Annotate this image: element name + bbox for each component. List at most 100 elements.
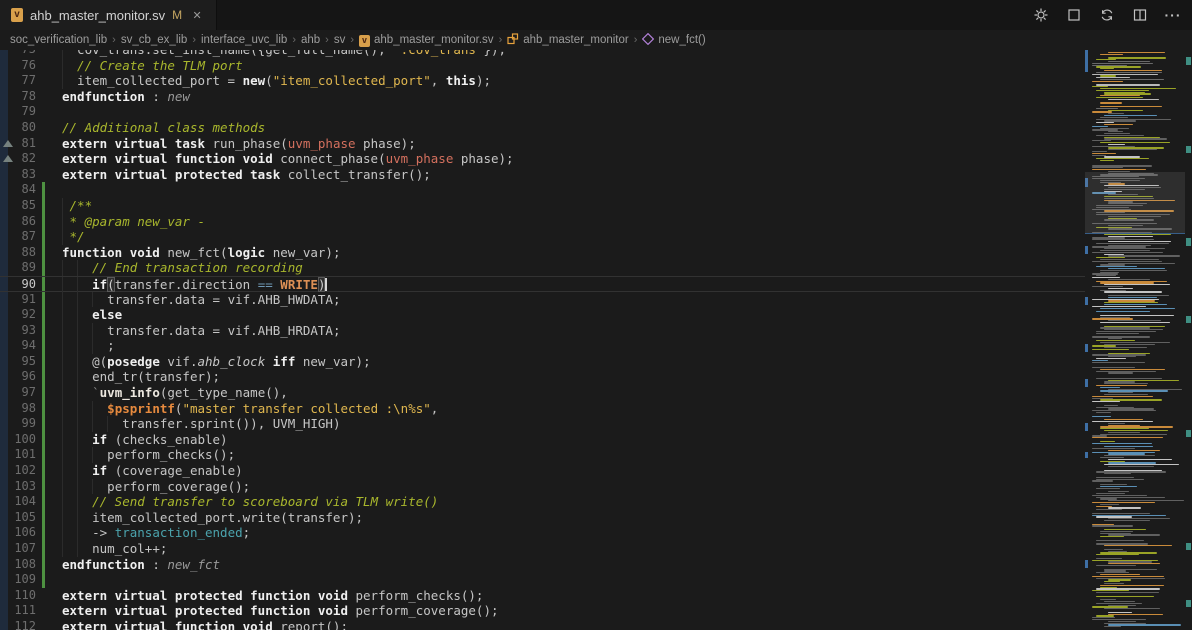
- code-line: 100if (checks_enable): [0, 432, 1085, 448]
- minimap-line: [1100, 536, 1124, 537]
- minimap-line: [1104, 545, 1172, 546]
- git-modified-gutter[interactable]: [42, 432, 45, 448]
- git-modified-gutter[interactable]: [42, 354, 45, 370]
- code-line: 107num_col++;: [0, 541, 1085, 557]
- code-line: 109: [0, 572, 1085, 588]
- minimap-line: [1096, 509, 1122, 510]
- minimap-line: [1092, 480, 1113, 481]
- sync-changes-icon[interactable]: [1098, 6, 1116, 24]
- line-number: 105: [0, 510, 36, 526]
- minimap-line: [1104, 291, 1162, 292]
- breadcrumb-item[interactable]: new_fct(): [642, 33, 705, 48]
- minimap-modified-mark: [1085, 297, 1088, 305]
- code-lines: 75cov_trans.set_inst_name({get_full_name…: [0, 50, 1085, 630]
- breadcrumb-item[interactable]: sv_cb_ex_lib: [121, 34, 187, 46]
- minimap-line: [1096, 135, 1144, 136]
- git-modified-gutter[interactable]: [42, 277, 45, 291]
- breadcrumb-item[interactable]: ahb_master_monitor.sv: [359, 34, 494, 47]
- more-actions-icon[interactable]: [1164, 6, 1182, 24]
- git-modified-gutter[interactable]: [42, 416, 45, 432]
- git-modified-gutter[interactable]: [42, 557, 45, 573]
- minimap-line: [1100, 434, 1167, 435]
- git-modified-gutter[interactable]: [42, 479, 45, 495]
- git-modified-gutter[interactable]: [42, 525, 45, 541]
- code-editor[interactable]: 75cov_trans.set_inst_name({get_full_name…: [0, 50, 1192, 630]
- layout-square-icon[interactable]: [1065, 6, 1083, 24]
- git-modified-gutter[interactable]: [42, 214, 45, 230]
- ruler-change-mark: [1186, 543, 1191, 550]
- git-modified-gutter[interactable]: [42, 307, 45, 323]
- breadcrumb-separator-icon: [499, 34, 503, 46]
- line-number: 88: [0, 245, 36, 261]
- git-modified-gutter[interactable]: [42, 463, 45, 479]
- code-line: 77item_collected_port = new("item_collec…: [0, 73, 1085, 89]
- breadcrumb-separator-icon: [350, 34, 354, 46]
- code-line: 79: [0, 104, 1085, 120]
- minimap-line: [1092, 362, 1145, 363]
- code-line: 110extern virtual protected function voi…: [0, 588, 1085, 604]
- minimap-line: [1108, 621, 1136, 622]
- breadcrumb-item[interactable]: interface_uvc_lib: [201, 34, 287, 46]
- gutter-triangle-icon[interactable]: [3, 155, 13, 162]
- line-number: 90: [0, 277, 36, 293]
- git-modified-gutter[interactable]: [42, 260, 45, 276]
- git-modified-gutter[interactable]: [42, 572, 45, 588]
- minimap-line: [1100, 270, 1167, 271]
- git-modified-gutter[interactable]: [42, 229, 45, 245]
- minimap-line: [1100, 486, 1137, 487]
- settings-gear-icon[interactable]: [1032, 6, 1050, 24]
- minimap-line: [1096, 540, 1144, 541]
- git-modified-gutter[interactable]: [42, 182, 45, 198]
- git-modified-gutter[interactable]: [42, 323, 45, 339]
- tab-ahb-master-monitor[interactable]: ahb_master_monitor.sv M: [0, 0, 217, 30]
- minimap-line: [1104, 626, 1121, 627]
- line-number: 79: [0, 104, 36, 120]
- minimap-line: [1096, 596, 1154, 597]
- line-number: 112: [0, 619, 36, 630]
- git-modified-gutter[interactable]: [42, 338, 45, 354]
- code-line: 78endfunction : new: [0, 89, 1085, 105]
- minimap-line: [1108, 57, 1166, 58]
- git-modified-gutter[interactable]: [42, 510, 45, 526]
- minimap-line: [1108, 612, 1132, 613]
- minimap[interactable]: [1085, 50, 1185, 630]
- git-modified-gutter[interactable]: [42, 292, 45, 308]
- minimap-slider[interactable]: [1085, 172, 1185, 233]
- minimap-line: [1096, 311, 1150, 312]
- git-modified-gutter[interactable]: [42, 369, 45, 385]
- git-modified-gutter[interactable]: [42, 198, 45, 214]
- minimap-line: [1100, 531, 1133, 532]
- overview-ruler[interactable]: [1185, 50, 1192, 630]
- minimap-cursor-line: [1085, 233, 1185, 234]
- line-number: 93: [0, 323, 36, 339]
- split-editor-icon[interactable]: [1131, 6, 1149, 24]
- minimap-line: [1108, 110, 1143, 111]
- git-modified-gutter[interactable]: [42, 385, 45, 401]
- git-modified-gutter[interactable]: [42, 245, 45, 261]
- git-modified-gutter[interactable]: [42, 401, 45, 417]
- minimap-line: [1104, 124, 1133, 125]
- git-modified-gutter[interactable]: [42, 447, 45, 463]
- gutter-triangle-icon[interactable]: [3, 140, 13, 147]
- breadcrumb-item[interactable]: ahb_master_monitor: [507, 33, 628, 48]
- sv-file-icon: [11, 8, 23, 22]
- minimap-line: [1108, 297, 1157, 298]
- code-line: 84: [0, 182, 1085, 198]
- minimap-line: [1104, 473, 1131, 474]
- minimap-line: [1108, 144, 1125, 145]
- breadcrumb-item[interactable]: soc_verification_lib: [10, 34, 107, 46]
- line-number: 108: [0, 557, 36, 573]
- code-line: 75cov_trans.set_inst_name({get_full_name…: [0, 50, 1085, 58]
- git-modified-gutter[interactable]: [42, 541, 45, 557]
- breadcrumb-item[interactable]: ahb: [301, 34, 320, 46]
- git-modified-gutter[interactable]: [42, 494, 45, 510]
- minimap-line: [1096, 108, 1118, 109]
- line-number: 109: [0, 572, 36, 588]
- close-icon[interactable]: [189, 7, 205, 23]
- minimap-line: [1092, 63, 1153, 64]
- breadcrumb-item[interactable]: sv: [334, 34, 346, 46]
- minimap-line: [1100, 585, 1164, 586]
- line-number: 80: [0, 120, 36, 136]
- minimap-line: [1096, 72, 1162, 73]
- breadcrumb-separator-icon: [112, 34, 116, 46]
